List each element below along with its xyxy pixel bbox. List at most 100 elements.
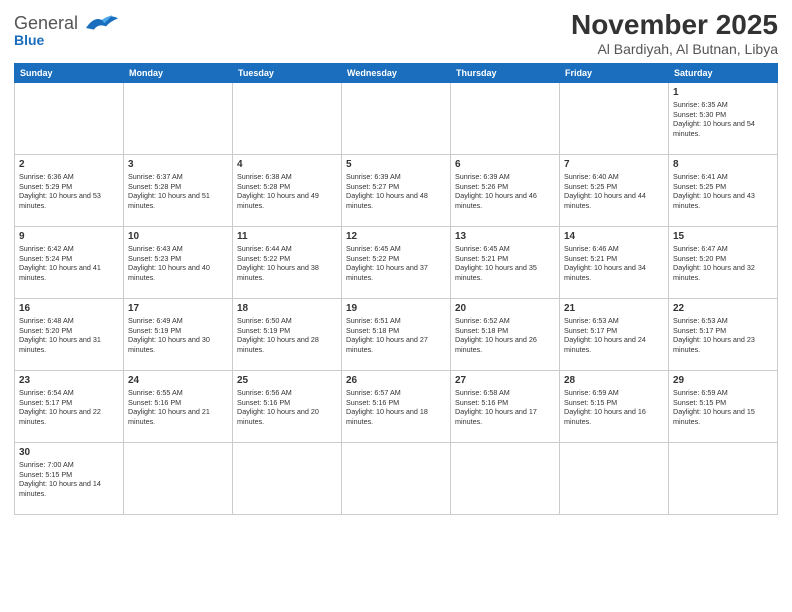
day-number: 11 (237, 230, 337, 243)
location-title: Al Bardiyah, Al Butnan, Libya (571, 41, 778, 57)
day-number: 10 (128, 230, 228, 243)
day-number: 9 (19, 230, 119, 243)
month-title: November 2025 (571, 10, 778, 41)
logo-text: Blue (14, 32, 44, 48)
day-number: 15 (673, 230, 773, 243)
table-row: 7Sunrise: 6:40 AMSunset: 5:25 PMDaylight… (560, 154, 669, 226)
calendar-table: Sunday Monday Tuesday Wednesday Thursday… (14, 63, 778, 515)
col-saturday: Saturday (669, 63, 778, 82)
cell-content: Sunrise: 6:52 AMSunset: 5:18 PMDaylight:… (455, 316, 555, 355)
cell-content: Sunrise: 6:42 AMSunset: 5:24 PMDaylight:… (19, 244, 119, 283)
cell-content: Sunrise: 6:41 AMSunset: 5:25 PMDaylight:… (673, 172, 773, 211)
day-number: 28 (564, 374, 664, 387)
table-row: 18Sunrise: 6:50 AMSunset: 5:19 PMDayligh… (233, 298, 342, 370)
table-row (451, 82, 560, 154)
day-number: 16 (19, 302, 119, 315)
day-number: 27 (455, 374, 555, 387)
table-row (560, 82, 669, 154)
day-number: 14 (564, 230, 664, 243)
page: General Blue November 2025 Al Bardiyah, … (0, 0, 792, 612)
cell-content: Sunrise: 6:59 AMSunset: 5:15 PMDaylight:… (564, 388, 664, 427)
cell-content: Sunrise: 6:49 AMSunset: 5:19 PMDaylight:… (128, 316, 228, 355)
col-tuesday: Tuesday (233, 63, 342, 82)
table-row (342, 82, 451, 154)
cell-content: Sunrise: 6:48 AMSunset: 5:20 PMDaylight:… (19, 316, 119, 355)
cell-content: Sunrise: 6:50 AMSunset: 5:19 PMDaylight:… (237, 316, 337, 355)
table-row: 9Sunrise: 6:42 AMSunset: 5:24 PMDaylight… (15, 226, 124, 298)
table-row (15, 82, 124, 154)
day-number: 20 (455, 302, 555, 315)
cell-content: Sunrise: 6:47 AMSunset: 5:20 PMDaylight:… (673, 244, 773, 283)
table-row: 29Sunrise: 6:59 AMSunset: 5:15 PMDayligh… (669, 370, 778, 442)
cell-content: Sunrise: 6:44 AMSunset: 5:22 PMDaylight:… (237, 244, 337, 283)
calendar-week-4: 23Sunrise: 6:54 AMSunset: 5:17 PMDayligh… (15, 370, 778, 442)
table-row: 23Sunrise: 6:54 AMSunset: 5:17 PMDayligh… (15, 370, 124, 442)
table-row: 24Sunrise: 6:55 AMSunset: 5:16 PMDayligh… (124, 370, 233, 442)
calendar-header-row: Sunday Monday Tuesday Wednesday Thursday… (15, 63, 778, 82)
day-number: 22 (673, 302, 773, 315)
cell-content: Sunrise: 6:51 AMSunset: 5:18 PMDaylight:… (346, 316, 446, 355)
calendar-week-1: 2Sunrise: 6:36 AMSunset: 5:29 PMDaylight… (15, 154, 778, 226)
table-row: 6Sunrise: 6:39 AMSunset: 5:26 PMDaylight… (451, 154, 560, 226)
table-row: 3Sunrise: 6:37 AMSunset: 5:28 PMDaylight… (124, 154, 233, 226)
title-block: November 2025 Al Bardiyah, Al Butnan, Li… (571, 10, 778, 57)
table-row: 25Sunrise: 6:56 AMSunset: 5:16 PMDayligh… (233, 370, 342, 442)
day-number: 6 (455, 158, 555, 171)
table-row: 17Sunrise: 6:49 AMSunset: 5:19 PMDayligh… (124, 298, 233, 370)
cell-content: Sunrise: 6:53 AMSunset: 5:17 PMDaylight:… (673, 316, 773, 355)
logo-icon (82, 12, 122, 36)
cell-content: Sunrise: 6:55 AMSunset: 5:16 PMDaylight:… (128, 388, 228, 427)
day-number: 5 (346, 158, 446, 171)
table-row: 15Sunrise: 6:47 AMSunset: 5:20 PMDayligh… (669, 226, 778, 298)
cell-content: Sunrise: 6:45 AMSunset: 5:21 PMDaylight:… (455, 244, 555, 283)
col-wednesday: Wednesday (342, 63, 451, 82)
cell-content: Sunrise: 6:45 AMSunset: 5:22 PMDaylight:… (346, 244, 446, 283)
table-row: 5Sunrise: 6:39 AMSunset: 5:27 PMDaylight… (342, 154, 451, 226)
table-row: 30Sunrise: 7:00 AMSunset: 5:15 PMDayligh… (15, 442, 124, 514)
table-row: 13Sunrise: 6:45 AMSunset: 5:21 PMDayligh… (451, 226, 560, 298)
table-row (124, 442, 233, 514)
day-number: 2 (19, 158, 119, 171)
table-row (560, 442, 669, 514)
day-number: 18 (237, 302, 337, 315)
table-row: 22Sunrise: 6:53 AMSunset: 5:17 PMDayligh… (669, 298, 778, 370)
day-number: 19 (346, 302, 446, 315)
cell-content: Sunrise: 6:54 AMSunset: 5:17 PMDaylight:… (19, 388, 119, 427)
day-number: 30 (19, 446, 119, 459)
table-row: 8Sunrise: 6:41 AMSunset: 5:25 PMDaylight… (669, 154, 778, 226)
cell-content: Sunrise: 6:58 AMSunset: 5:16 PMDaylight:… (455, 388, 555, 427)
table-row (451, 442, 560, 514)
cell-content: Sunrise: 6:46 AMSunset: 5:21 PMDaylight:… (564, 244, 664, 283)
cell-content: Sunrise: 6:59 AMSunset: 5:15 PMDaylight:… (673, 388, 773, 427)
table-row: 4Sunrise: 6:38 AMSunset: 5:28 PMDaylight… (233, 154, 342, 226)
day-number: 26 (346, 374, 446, 387)
table-row: 21Sunrise: 6:53 AMSunset: 5:17 PMDayligh… (560, 298, 669, 370)
day-number: 1 (673, 86, 773, 99)
day-number: 21 (564, 302, 664, 315)
col-thursday: Thursday (451, 63, 560, 82)
calendar-week-0: 1Sunrise: 6:35 AMSunset: 5:30 PMDaylight… (15, 82, 778, 154)
day-number: 23 (19, 374, 119, 387)
calendar-week-2: 9Sunrise: 6:42 AMSunset: 5:24 PMDaylight… (15, 226, 778, 298)
day-number: 29 (673, 374, 773, 387)
col-sunday: Sunday (15, 63, 124, 82)
table-row: 26Sunrise: 6:57 AMSunset: 5:16 PMDayligh… (342, 370, 451, 442)
day-number: 17 (128, 302, 228, 315)
table-row: 19Sunrise: 6:51 AMSunset: 5:18 PMDayligh… (342, 298, 451, 370)
cell-content: Sunrise: 6:43 AMSunset: 5:23 PMDaylight:… (128, 244, 228, 283)
table-row: 20Sunrise: 6:52 AMSunset: 5:18 PMDayligh… (451, 298, 560, 370)
day-number: 4 (237, 158, 337, 171)
day-number: 25 (237, 374, 337, 387)
cell-content: Sunrise: 6:35 AMSunset: 5:30 PMDaylight:… (673, 100, 773, 139)
day-number: 8 (673, 158, 773, 171)
day-number: 24 (128, 374, 228, 387)
table-row (233, 442, 342, 514)
cell-content: Sunrise: 6:53 AMSunset: 5:17 PMDaylight:… (564, 316, 664, 355)
col-monday: Monday (124, 63, 233, 82)
table-row: 1Sunrise: 6:35 AMSunset: 5:30 PMDaylight… (669, 82, 778, 154)
table-row: 2Sunrise: 6:36 AMSunset: 5:29 PMDaylight… (15, 154, 124, 226)
table-row: 27Sunrise: 6:58 AMSunset: 5:16 PMDayligh… (451, 370, 560, 442)
cell-content: Sunrise: 6:57 AMSunset: 5:16 PMDaylight:… (346, 388, 446, 427)
day-number: 3 (128, 158, 228, 171)
table-row (669, 442, 778, 514)
